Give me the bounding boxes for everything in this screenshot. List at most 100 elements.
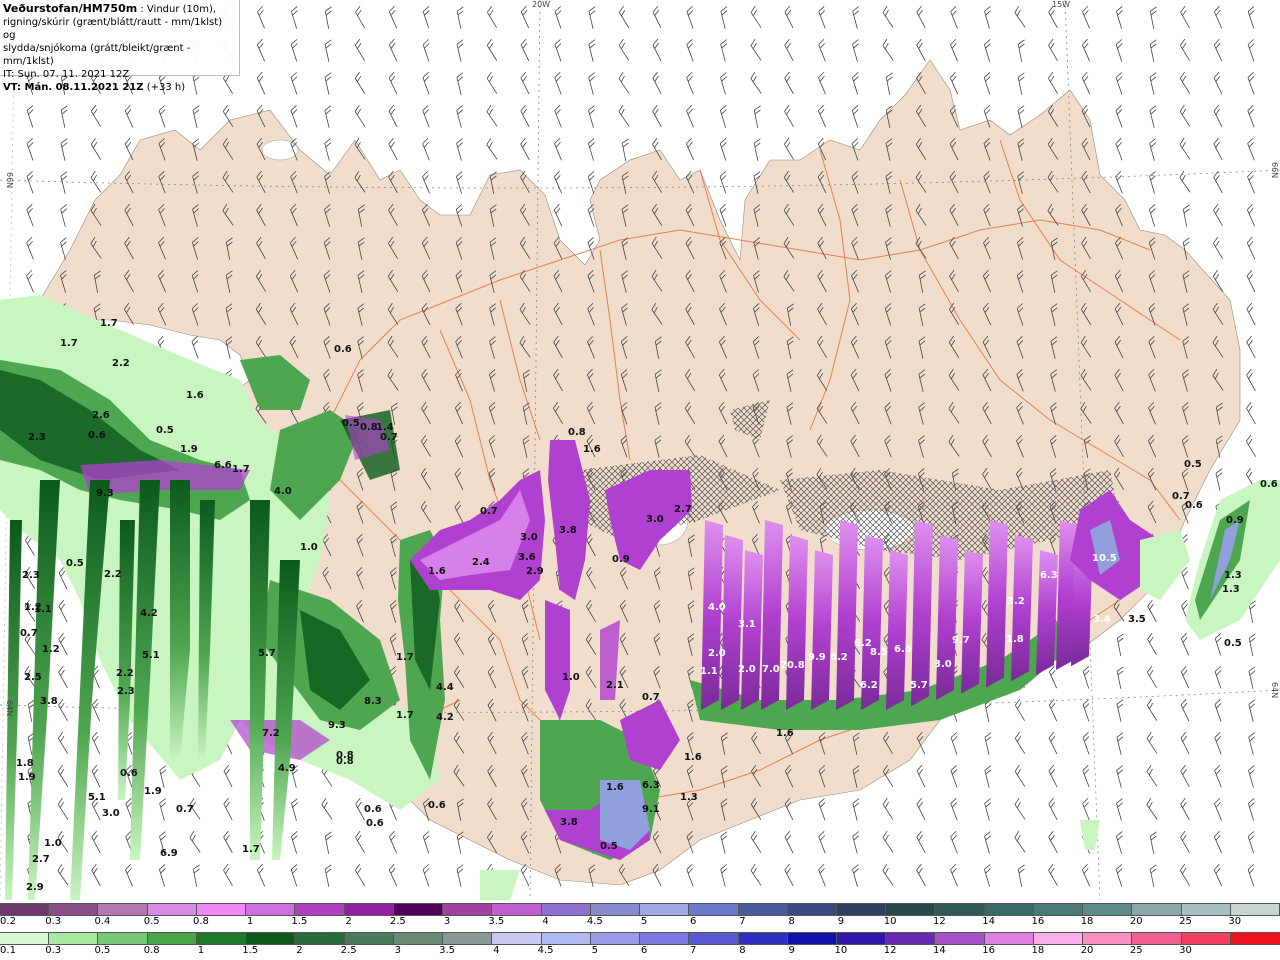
wind-barb [456, 864, 464, 887]
wind-barb [355, 38, 365, 61]
legend-snow-ticks: 0.2 0.3 0.4 0.5 0.8 1 1.5 2 2.5 3 3.5 4 4.5 5 6 7 8 9 10 12… [0, 916, 1280, 930]
legend-tick-label: 3 [443, 916, 451, 927]
precip-value-label: 3.0 [934, 659, 952, 670]
legend-swatch [49, 904, 99, 915]
legend-tick-label: 0.8 [143, 945, 160, 956]
wind-barb [1180, 830, 1190, 853]
legend-tick-label: 8 [739, 945, 746, 956]
legend-swatch [1132, 904, 1182, 915]
precip-value-label: 1.8 [1006, 634, 1024, 645]
precip-value-label: 0.5 [156, 425, 174, 436]
legend-tick-label: 6 [690, 916, 697, 927]
legend-swatch [738, 904, 788, 915]
precip-value-label: 0.6 [428, 800, 446, 811]
legend-swatch [984, 904, 1034, 915]
legend-swatch [1033, 933, 1084, 944]
wind-barb [852, 864, 859, 887]
wind-barb [784, 104, 794, 127]
precip-value-label: 1.6 [606, 782, 624, 793]
wind-barb [290, 39, 298, 62]
wind-barb [422, 105, 430, 128]
lead-time: (+33 h) [146, 82, 186, 93]
wind-barb [983, 72, 991, 95]
precip-value-label: 0.5 [1224, 638, 1242, 649]
legend-tick-label: 20 [1080, 945, 1094, 956]
wind-barb [388, 137, 398, 161]
wind-barb [950, 732, 958, 755]
precip-value-label: 1.6 [583, 444, 601, 455]
legend-snow-bar [0, 903, 1280, 916]
wind-barb [1180, 698, 1190, 722]
wind-barb [422, 864, 430, 887]
wind-barb [1149, 864, 1157, 887]
wind-barb [983, 39, 991, 62]
precip-value-label: 1.6 [684, 752, 702, 763]
precip-value-label: 0.5 [1184, 459, 1202, 470]
legend-tick-label: 18 [1080, 916, 1094, 927]
legend-swatch [196, 933, 247, 944]
legend-tick-label: 2 [296, 945, 303, 956]
wind-barb [1115, 72, 1123, 95]
wind-barb [26, 269, 34, 293]
wind-barb [784, 830, 794, 854]
wind-barb [487, 5, 497, 28]
wind-barb [1116, 699, 1124, 722]
wind-barb [486, 104, 498, 127]
wind-barb [1180, 5, 1190, 28]
legend-swatch [492, 904, 542, 915]
precip-value-label: 3.6 [518, 552, 536, 563]
precip-value-label: 2.3 [117, 686, 135, 697]
wind-barb [1014, 797, 1026, 820]
wind-barb [324, 6, 332, 29]
precip-value-label: 6.2 [830, 652, 848, 663]
wind-barb [720, 6, 728, 29]
precip-value-label: 1.3 [1224, 570, 1242, 581]
wind-barb [652, 38, 662, 62]
wind-barb [720, 39, 727, 62]
wind-barb [1247, 137, 1255, 161]
wind-barb [58, 731, 68, 754]
wind-barb [422, 6, 430, 29]
precip-value-label: 20.8 [780, 660, 805, 671]
wind-barb [818, 798, 826, 821]
precip-value-label: 1.7 [396, 710, 414, 721]
weather-map[interactable]: 20W 15W 66N 64N 66N 64N 1.7 1.7 0.6 2.2 1.6 2… [0, 0, 1280, 900]
legend-swatch [492, 933, 542, 944]
precip-value-label: 8.3 [364, 696, 382, 707]
legend-rain: 0.1 0.3 0.5 0.8 1 1.5 2 2.5 3 3.5 4 4.5 5 6 7 8 9 10 12 14 1… [0, 930, 1280, 960]
precip-value-label: 0.6 [1185, 500, 1203, 511]
precip-value-label: 2.2 [116, 668, 134, 679]
legend-swatch [787, 904, 837, 915]
wind-barb [223, 863, 233, 886]
wind-barb [388, 38, 398, 62]
wind-barb [1246, 335, 1256, 359]
wind-barb [456, 105, 463, 128]
wind-barb [60, 204, 67, 227]
wind-barb [618, 5, 630, 28]
precip-value-label: 1.7 [396, 652, 414, 663]
precip-value-label: 2.9 [526, 566, 544, 577]
precip-value-label: 6.2 [860, 680, 878, 691]
wind-barb [784, 71, 794, 95]
wind-barb [324, 39, 332, 62]
wind-barb [388, 5, 398, 29]
legend-tick-label: 1 [197, 945, 205, 956]
wind-barb [851, 72, 859, 95]
precip-value-label: 1.7 [60, 338, 78, 349]
precip-value-label: 9.3 [328, 720, 346, 731]
legend-swatch [640, 933, 690, 944]
wind-barb [750, 71, 762, 94]
legend-swatch [1230, 933, 1280, 944]
legend-tick-label: 6 [640, 945, 648, 956]
wind-barb [422, 170, 430, 194]
wind-barb [720, 72, 727, 95]
wind-barb [1148, 204, 1156, 227]
precip-value-label: 1.6 [186, 390, 204, 401]
precip-value-label: 1.9 [180, 444, 198, 455]
legend-swatch [393, 904, 444, 915]
wind-barb [324, 831, 332, 854]
precip-value-label: 7.0 [762, 664, 780, 675]
wind-barb [1213, 38, 1223, 62]
wind-barb [290, 6, 298, 29]
wind-barb [1115, 105, 1123, 128]
